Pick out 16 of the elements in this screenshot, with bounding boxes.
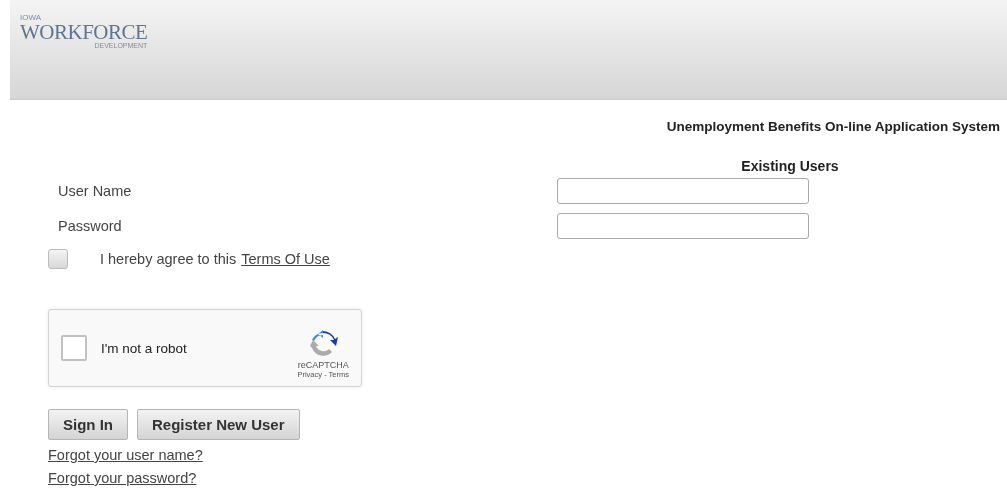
forgot-link[interactable]: Forgot your user name? xyxy=(48,447,203,463)
section-heading: Existing Users xyxy=(740,158,840,174)
captcha-checkbox[interactable] xyxy=(61,335,87,361)
field-label: Password xyxy=(58,218,123,234)
username-field[interactable] xyxy=(557,178,809,204)
field-label: User Name xyxy=(58,183,133,199)
terms-text: I hereby agree to this xyxy=(100,251,237,267)
recaptcha-brand: reCAPTCHA xyxy=(297,359,349,370)
page-title: Unemployment Benefits On-line Application System xyxy=(665,119,1001,134)
forgot-link[interactable]: Forgot your password? xyxy=(48,470,197,486)
captcha-label: I'm not a robot xyxy=(101,340,188,356)
sign-in-button[interactable]: Sign In xyxy=(48,409,128,440)
terms-link[interactable]: Terms Of Use xyxy=(241,251,330,267)
register-button[interactable]: Register New User xyxy=(137,409,300,440)
terms-checkbox[interactable] xyxy=(48,249,68,269)
password-field[interactable] xyxy=(557,213,809,239)
